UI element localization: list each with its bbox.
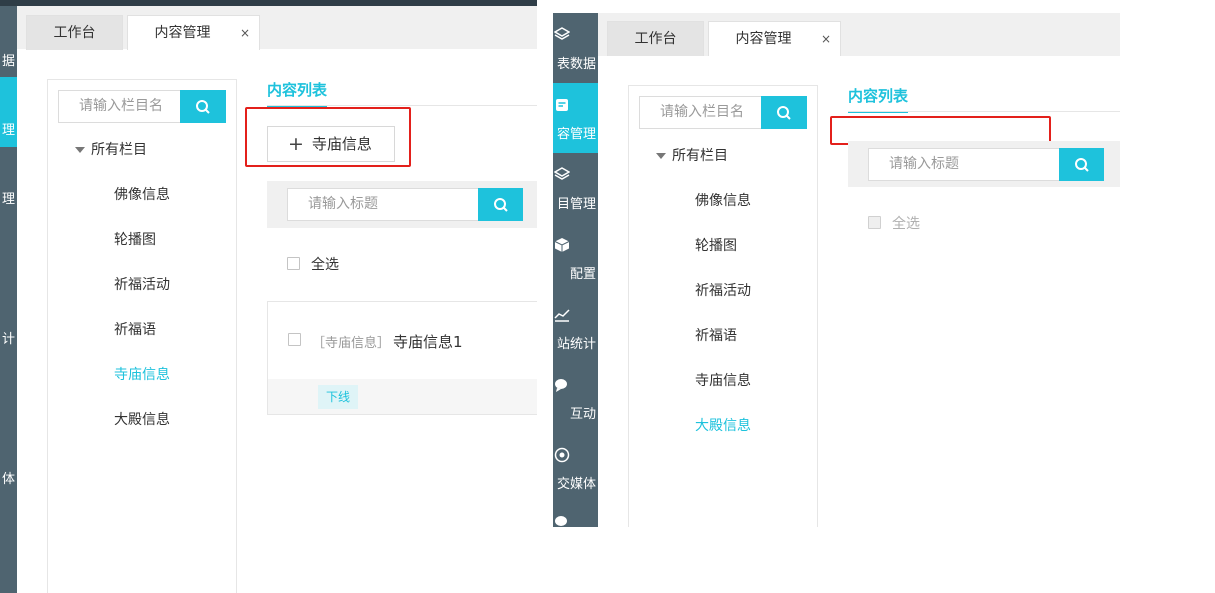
content-list-title: 内容列表 — [848, 85, 909, 113]
tree-node[interactable]: 轮播图 — [695, 235, 737, 255]
column-tree-panel: 请输入栏目名 所有栏目 佛像信息 轮播图 祈福活动 祈福语 寺庙信息 大殿信息 — [628, 85, 818, 527]
caret-down-icon — [75, 147, 85, 153]
close-icon[interactable]: × — [821, 22, 831, 57]
highlight-box — [245, 107, 411, 167]
search-icon — [196, 99, 210, 114]
search-icon — [493, 197, 508, 212]
content-list-title: 内容列表 — [267, 79, 328, 107]
select-all-checkbox[interactable] — [287, 257, 300, 270]
target-icon — [554, 447, 570, 463]
card-title[interactable]: 寺庙信息1 — [393, 331, 463, 352]
offline-badge[interactable]: 下线 — [318, 385, 359, 409]
sidebar-item-report-data[interactable]: 表数据 — [553, 13, 598, 81]
content-card: ［寺庙信息］ 寺庙信息1 下线 — [267, 301, 537, 415]
sidebar-item-data[interactable]: 据 — [0, 44, 17, 74]
search-icon — [1074, 157, 1089, 172]
select-all-label: 全选 — [311, 257, 339, 273]
close-icon[interactable]: × — [240, 16, 250, 51]
sidebar-item-interaction[interactable]: 互动 — [553, 363, 598, 433]
title-search: 请输入标题 — [868, 148, 1104, 181]
tab-workbench[interactable]: 工作台 — [607, 21, 704, 56]
line-chart-icon — [554, 309, 570, 322]
column-search-input[interactable]: 请输入栏目名 — [58, 90, 181, 123]
sidebar-item-content-mgmt[interactable]: 理 — [0, 77, 17, 147]
column-search-button[interactable] — [180, 90, 226, 123]
sidebar: 表数据 容管理 目管理 配置 站统计 互动 交媒体 — [553, 13, 598, 527]
tab-content-mgmt[interactable]: 内容管理 × — [127, 15, 260, 50]
sidebar-item-config[interactable]: 配置 — [553, 223, 598, 293]
tree-node-selected[interactable]: 大殿信息 — [695, 415, 751, 435]
chat-icon — [555, 379, 567, 392]
title-search-input[interactable]: 请输入标题 — [868, 148, 1060, 181]
main-area: 工作台 内容管理 × 请输入栏目名 所有栏目 佛像信息 轮播图 祈福活动 祈福语… — [17, 6, 537, 593]
tab-content-mgmt[interactable]: 内容管理 × — [708, 21, 841, 56]
search-icon — [777, 105, 791, 120]
tab-bar: 工作台 内容管理 × — [17, 6, 537, 50]
sidebar: 据 理 理 计 体 — [0, 6, 17, 593]
tab-bar: 工作台 内容管理 × — [598, 13, 1120, 56]
caret-down-icon — [656, 153, 666, 159]
sidebar-item-statistics[interactable]: 计 — [0, 322, 17, 352]
tree-node[interactable]: 祈福活动 — [114, 274, 170, 294]
title-search: 请输入标题 — [287, 188, 523, 221]
select-all-checkbox[interactable] — [868, 216, 881, 229]
tree-root[interactable]: 所有栏目 — [656, 145, 728, 165]
sidebar-item-column-mgmt[interactable]: 目管理 — [553, 153, 598, 223]
tab-workbench[interactable]: 工作台 — [26, 15, 123, 50]
title-divider — [848, 111, 1120, 112]
card-footer: 下线 — [268, 379, 537, 414]
document-icon — [556, 99, 568, 111]
filter-bar: 请输入标题 — [848, 141, 1120, 187]
tree-node[interactable]: 祈福语 — [695, 325, 737, 345]
card-category-tag: ［寺庙信息］ — [312, 336, 391, 351]
layers-icon — [554, 27, 570, 40]
tree-node[interactable]: 轮播图 — [114, 229, 156, 249]
tree-node[interactable]: 祈福语 — [114, 319, 156, 339]
column-tree-panel: 请输入栏目名 所有栏目 佛像信息 轮播图 祈福活动 祈福语 寺庙信息 大殿信息 — [47, 79, 237, 593]
tree-node[interactable]: 佛像信息 — [114, 184, 170, 204]
title-search-button[interactable] — [1059, 148, 1104, 181]
title-search-input[interactable]: 请输入标题 — [287, 188, 479, 221]
main-area: 工作台 内容管理 × 请输入栏目名 所有栏目 佛像信息 轮播图 祈福活动 祈福语… — [598, 13, 1120, 527]
column-search: 请输入栏目名 — [639, 96, 807, 129]
tree-node[interactable]: 祈福活动 — [695, 280, 751, 300]
column-search-input[interactable]: 请输入栏目名 — [639, 96, 762, 129]
tree-node[interactable]: 佛像信息 — [695, 190, 751, 210]
sidebar-item-media[interactable]: 体 — [0, 462, 17, 492]
panel-before: 据 理 理 计 体 工作台 内容管理 × 请输入栏目名 所有栏目 佛像信息 轮播 — [0, 0, 537, 593]
sidebar-item-more[interactable] — [553, 508, 598, 527]
card-checkbox[interactable] — [288, 333, 301, 346]
tree-node[interactable]: 寺庙信息 — [695, 370, 751, 390]
sidebar-item-content-mgmt[interactable]: 容管理 — [553, 83, 598, 153]
title-search-button[interactable] — [478, 188, 523, 221]
tree-node-selected[interactable]: 寺庙信息 — [114, 364, 170, 384]
sidebar-item-social-media[interactable]: 交媒体 — [553, 433, 598, 503]
sidebar-item-site-stats[interactable]: 站统计 — [553, 293, 598, 363]
sidebar-item-column-mgmt[interactable]: 理 — [0, 182, 17, 212]
select-all-label: 全选 — [892, 216, 920, 232]
tree-node[interactable]: 大殿信息 — [114, 409, 170, 429]
panel-after: 表数据 容管理 目管理 配置 站统计 互动 交媒体 工作台 内容管理 × 请输入… — [553, 13, 1120, 527]
column-search: 请输入栏目名 — [58, 90, 226, 123]
tree-root[interactable]: 所有栏目 — [75, 139, 147, 159]
filter-bar: 请输入标题 — [267, 181, 537, 228]
chat-icon — [555, 516, 567, 526]
cube-icon — [554, 238, 570, 252]
column-search-button[interactable] — [761, 96, 807, 129]
layers-icon — [554, 167, 570, 180]
title-divider — [267, 105, 537, 106]
